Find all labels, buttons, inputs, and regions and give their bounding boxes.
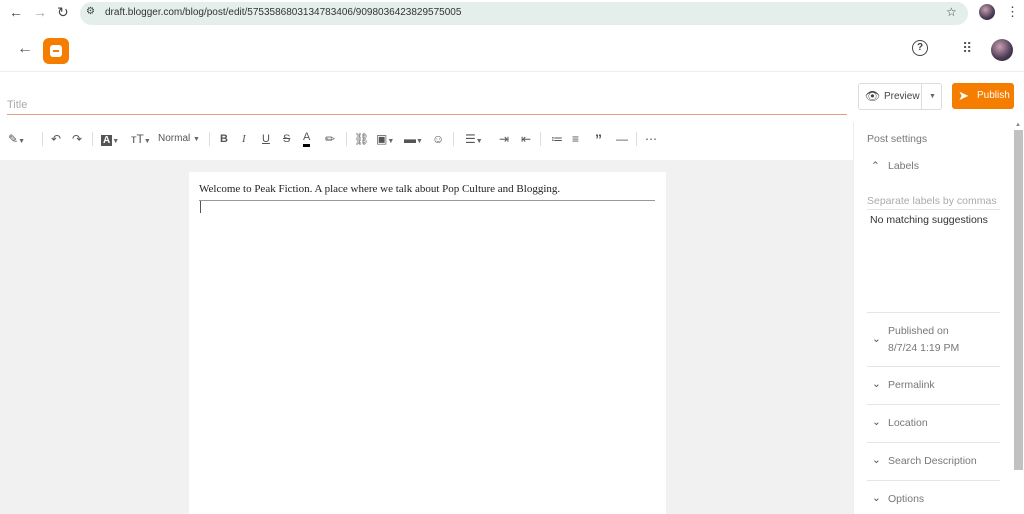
send-icon: ➤ [958, 88, 969, 103]
published-on-label[interactable]: Published on [888, 325, 949, 337]
numbered-list-icon[interactable]: ≡ [572, 131, 579, 147]
body-divider [199, 200, 655, 201]
separator [346, 132, 347, 146]
bulleted-list-icon[interactable]: ≔ [551, 131, 563, 147]
site-settings-icon[interactable]: ⚙ [86, 6, 95, 17]
labels-input[interactable]: Separate labels by commas [867, 195, 997, 207]
video-icon[interactable]: ▬▼ [404, 131, 423, 147]
back-icon[interactable]: ← [9, 4, 23, 20]
url-text[interactable]: draft.blogger.com/blog/post/edit/5753586… [105, 7, 461, 18]
options-section[interactable]: Options [888, 493, 924, 505]
bold-icon[interactable]: B [220, 131, 228, 147]
app-header [0, 28, 1024, 72]
browser-profile-avatar[interactable] [979, 4, 995, 20]
highlight-color-icon[interactable]: ✏ [325, 131, 335, 147]
bookmark-star-icon[interactable]: ☆ [946, 5, 957, 19]
separator [209, 132, 210, 146]
account-avatar[interactable] [991, 39, 1013, 61]
text-color-icon[interactable]: A [303, 131, 311, 147]
apps-grid-icon[interactable]: ⠿ [962, 40, 972, 57]
paragraph-style-label: Normal [158, 133, 191, 144]
image-icon[interactable]: ▣▼ [376, 131, 394, 147]
separator [921, 84, 922, 109]
blogger-logo[interactable] [43, 38, 69, 64]
preview-label: Preview [884, 91, 920, 102]
labels-section-toggle[interactable]: Labels [888, 160, 919, 172]
sidebar-scrollbar[interactable] [1014, 130, 1023, 470]
italic-icon[interactable]: I [242, 131, 246, 147]
separator [42, 132, 43, 146]
divider [867, 312, 1000, 313]
chevron-down-icon[interactable]: ⌄ [872, 416, 881, 428]
separator [636, 132, 637, 146]
published-date[interactable]: 8/7/24 1:19 PM [888, 342, 959, 354]
eye-icon: 👁 [865, 89, 881, 103]
chevron-down-icon[interactable]: ⌄ [872, 492, 881, 504]
compose-mode-icon[interactable]: ✎▼ [8, 131, 25, 147]
chevron-down-icon[interactable]: ⌄ [872, 454, 881, 466]
divider [867, 404, 1000, 405]
reload-icon[interactable]: ↻ [57, 4, 69, 21]
browser-toolbar: ← → ↻ ⚙ draft.blogger.com/blog/post/edit… [0, 0, 1024, 28]
outdent-icon[interactable]: ⇤ [521, 131, 531, 147]
location-section[interactable]: Location [888, 417, 928, 429]
redo-icon[interactable]: ↷ [72, 131, 82, 147]
chevron-down-icon[interactable]: ⌄ [872, 333, 881, 345]
publish-label: Publish [977, 90, 1010, 101]
separator [92, 132, 93, 146]
divider [867, 442, 1000, 443]
horizontal-rule-icon[interactable]: — [616, 131, 628, 147]
post-settings-heading: Post settings [867, 133, 928, 145]
scroll-up-icon[interactable]: ▲ [1015, 122, 1021, 128]
align-icon[interactable]: ☰▼ [465, 131, 483, 147]
strikethrough-icon[interactable]: S [283, 131, 290, 147]
preview-button[interactable]: 👁 Preview ▼ [858, 83, 942, 110]
chevron-down-icon[interactable]: ⌄ [872, 378, 881, 390]
editor-page[interactable] [189, 172, 666, 514]
browser-menu-icon[interactable]: ⋮ [1006, 4, 1019, 20]
divider [867, 209, 1000, 210]
divider [867, 366, 1000, 367]
permalink-section[interactable]: Permalink [888, 379, 935, 391]
label-suggestion: No matching suggestions [870, 214, 988, 226]
forward-icon[interactable]: → [33, 4, 47, 20]
preview-dropdown-icon[interactable]: ▼ [929, 93, 936, 100]
search-description-section[interactable]: Search Description [888, 455, 977, 467]
help-icon[interactable]: ? [912, 40, 928, 56]
post-body-text[interactable]: Welcome to Peak Fiction. A place where w… [199, 183, 560, 195]
publish-button[interactable]: ➤ Publish [952, 83, 1014, 109]
undo-icon[interactable]: ↶ [51, 131, 61, 147]
font-size-icon[interactable]: тT▼ [131, 131, 151, 147]
title-underline [7, 114, 847, 115]
back-arrow-icon[interactable]: ← [17, 40, 33, 58]
font-icon[interactable]: A ▼ [101, 131, 119, 147]
divider [867, 480, 1000, 481]
text-cursor [200, 201, 201, 213]
emoji-icon[interactable]: ☺ [432, 131, 444, 147]
underline-icon[interactable]: U [262, 131, 270, 147]
quote-icon[interactable]: ” [595, 131, 602, 147]
separator [540, 132, 541, 146]
link-icon[interactable]: ⛓ [354, 131, 369, 147]
separator [453, 132, 454, 146]
chevron-up-icon[interactable]: ⌃ [871, 160, 880, 172]
paragraph-style-dropdown[interactable]: Normal ▼ [158, 131, 200, 147]
more-options-icon[interactable]: ⋯ [645, 131, 657, 147]
indent-icon[interactable]: ⇥ [499, 131, 509, 147]
title-input[interactable]: Title [7, 99, 27, 111]
